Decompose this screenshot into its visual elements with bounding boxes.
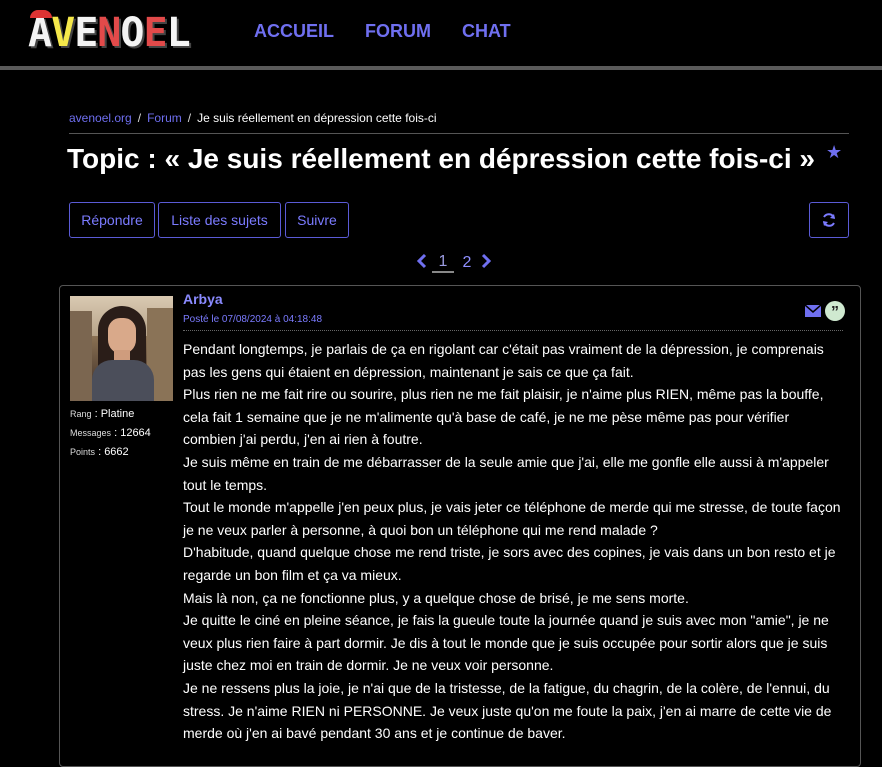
reply-button[interactable]: Répondre [69, 202, 155, 238]
site-header: AVENOEL ACCUEIL FORUM CHAT [0, 0, 882, 66]
post-paragraph: Je suis même en train de me débarrasser … [183, 453, 829, 493]
nav-accueil[interactable]: ACCUEIL [254, 21, 334, 42]
breadcrumb: avenoel.org / Forum / Je suis réellement en … [69, 111, 437, 125]
site-logo[interactable]: AVENOEL [28, 10, 230, 53]
user-stats: Rang : Platine Messages : 12664 Points :… [70, 408, 151, 458]
breadcrumb-forum[interactable]: Forum [147, 111, 182, 125]
main-nav: ACCUEIL FORUM CHAT [254, 21, 542, 42]
nav-forum[interactable]: FORUM [365, 21, 431, 42]
forum-post: Rang : Platine Messages : 12664 Points :… [59, 285, 861, 767]
page-link-2[interactable]: 2 [456, 254, 478, 272]
post-paragraph: D'habitude, quand quelque chose me rend … [183, 544, 836, 583]
breadcrumb-divider [69, 133, 849, 134]
refresh-button[interactable] [809, 202, 849, 238]
page-title: Topic : « Je suis réellement en dépressi… [67, 143, 815, 174]
post-date[interactable]: Posté le 07/08/2024 à 04:18:48 [183, 314, 322, 325]
post-paragraph: Je quitte le ciné en pleine séance, je f… [183, 612, 829, 674]
breadcrumb-home[interactable]: avenoel.org [69, 111, 132, 125]
post-divider [183, 330, 843, 331]
favorite-star-icon[interactable]: ★ [826, 142, 842, 163]
mail-icon[interactable] [805, 305, 821, 317]
follow-button[interactable]: Suivre [285, 202, 349, 238]
points-label: Points [70, 447, 96, 457]
messages-value: 12664 [120, 427, 151, 439]
post-paragraph: Plus rien ne me fait rire ou sourire, pl… [183, 386, 824, 448]
post-content: Pendant longtemps, je parlais de ça en r… [183, 338, 843, 745]
points-value: 6662 [104, 446, 129, 458]
rank-label: Rang [70, 409, 92, 419]
pagination: 1 2 [414, 252, 494, 274]
post-paragraph: Tout le monde m'appelle j'en peux plus, … [183, 499, 841, 538]
post-paragraph: Mais là non, ça ne fonctionne plus, y a … [183, 589, 689, 606]
refresh-icon [823, 213, 835, 227]
post-author[interactable]: Arbya [183, 291, 223, 307]
next-page-icon[interactable] [478, 253, 494, 274]
page-link-1[interactable]: 1 [432, 253, 454, 273]
post-paragraph: Je ne ressens plus la joie, je n'ai que … [183, 679, 832, 742]
header-divider [0, 66, 882, 70]
post-actions: ” [805, 301, 845, 321]
messages-label: Messages [70, 428, 112, 438]
avatar[interactable] [70, 296, 173, 401]
breadcrumb-current: Je suis réellement en dépression cette f… [197, 111, 437, 125]
topic-list-button[interactable]: Liste des sujets [158, 202, 281, 238]
prev-page-icon[interactable] [414, 253, 430, 274]
post-paragraph: Pendant longtemps, je parlais de ça en r… [183, 341, 824, 380]
nav-chat[interactable]: CHAT [462, 21, 511, 42]
rank-value: Platine [100, 408, 135, 420]
santa-hat-icon [30, 10, 52, 18]
quote-icon[interactable]: ” [825, 301, 845, 321]
